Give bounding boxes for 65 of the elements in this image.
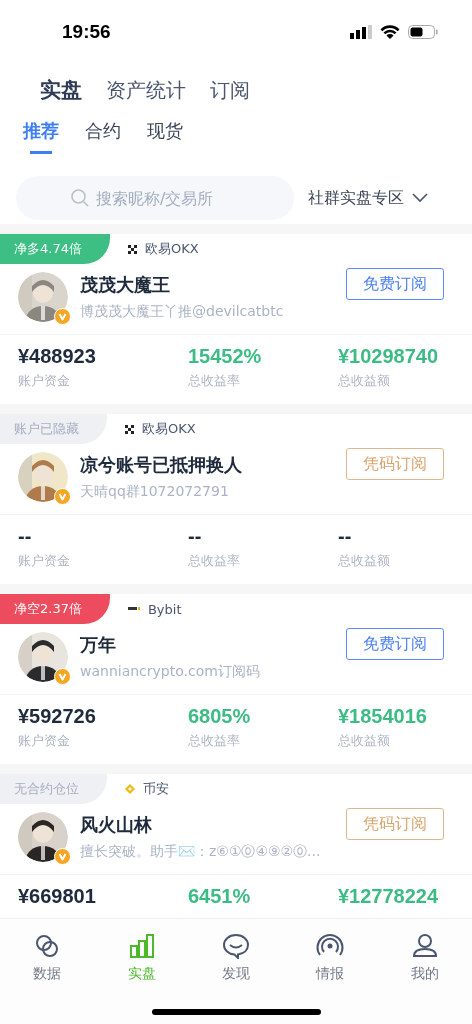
top-tab[interactable]: 资产统计 <box>106 76 186 104</box>
person-icon <box>411 933 438 959</box>
stat-value: -- <box>338 525 353 548</box>
trader-name: 风火山林 <box>80 813 153 837</box>
trader-bio: wanniancrypto.com订阅码 <box>80 663 261 681</box>
chevron-down-icon <box>412 193 428 203</box>
sub-tab[interactable]: 现货 <box>147 118 183 154</box>
exchange-name: 欧易OKX <box>142 420 196 438</box>
tab-bar-item[interactable]: 发现 <box>188 933 284 995</box>
trader-bio: 天晴qq群1072072791 <box>80 483 230 501</box>
position-tag: 无合约仓位 <box>0 774 107 804</box>
tab-bar-item[interactable]: 数据 <box>0 933 95 995</box>
battery-icon <box>408 25 438 39</box>
stat-value: -- <box>18 525 33 548</box>
position-tag: 净空2.37倍 <box>0 594 110 624</box>
position-tag: 净多4.74倍 <box>0 234 110 264</box>
stat-value: ¥10298740 <box>338 345 440 368</box>
wifi-icon <box>380 25 400 39</box>
stat-label: 账户资金 <box>18 732 71 750</box>
stat-value: 6451% <box>188 885 252 908</box>
stat-value: ¥1854016 <box>338 705 428 728</box>
cellular-signal-icon <box>350 25 372 39</box>
stat-value: ¥488923 <box>18 345 97 368</box>
stat-label: 总收益额 <box>338 372 391 390</box>
tab-bar-item[interactable]: 实盘 <box>94 933 189 995</box>
sub-tab[interactable]: 合约 <box>85 118 121 154</box>
stat-label: 总收益额 <box>338 552 391 570</box>
top-tab[interactable]: 订阅 <box>210 76 250 104</box>
top-tab[interactable]: 实盘 <box>40 76 82 104</box>
stat-label: 账户资金 <box>18 552 71 570</box>
subscribe-button[interactable]: 免费订阅 <box>346 268 444 300</box>
subscribe-button[interactable]: 免费订阅 <box>346 628 444 660</box>
trader-name: 万年 <box>80 633 117 657</box>
stat-value: -- <box>188 525 203 548</box>
exchange-icon <box>125 424 134 434</box>
exchange-icon <box>125 784 135 794</box>
filter-dropdown[interactable]: 社群实盘专区 <box>308 187 428 209</box>
stat-value: 6805% <box>188 705 252 728</box>
stat-value: 15452% <box>188 345 263 368</box>
tab-bar-item[interactable]: 情报 <box>283 933 378 995</box>
search-field[interactable]: 搜索昵称/交易所 <box>16 176 294 220</box>
trader-bio: 擅长突破。助手✉：z⑥①⓪④⑨②⓪... <box>80 843 322 861</box>
exchange-icon <box>127 244 137 254</box>
trader-name: 凉兮账号已抵押换人 <box>80 453 243 477</box>
trader-bio: 博茂茂大魔王丫推@devilcatbtc <box>80 303 285 321</box>
exchange-name: 币安 <box>143 780 169 798</box>
stat-value: ¥592726 <box>18 705 97 728</box>
status-time: 19:56 <box>62 21 111 43</box>
stat-value: ¥669801 <box>18 885 97 908</box>
bar-chart-icon <box>128 933 155 959</box>
circles-icon <box>34 933 61 959</box>
stat-label: 总收益率 <box>188 372 241 390</box>
stat-label: 总收益率 <box>188 552 241 570</box>
position-tag: 账户已隐藏 <box>0 414 107 444</box>
tab-bar-item[interactable]: 我的 <box>377 933 472 995</box>
sub-tab[interactable]: 推荐 <box>23 118 59 154</box>
exchange-icon <box>127 607 140 611</box>
stat-value: ¥12778224 <box>338 885 440 908</box>
stat-label: 账户资金 <box>18 372 71 390</box>
stat-label: 总收益额 <box>338 732 391 750</box>
exchange-name: Bybit <box>147 601 182 617</box>
stat-label: 总收益率 <box>188 732 241 750</box>
trader-name: 茂茂大魔王 <box>80 273 171 297</box>
exchange-name: 欧易OKX <box>144 240 199 258</box>
chat-icon <box>222 933 250 959</box>
